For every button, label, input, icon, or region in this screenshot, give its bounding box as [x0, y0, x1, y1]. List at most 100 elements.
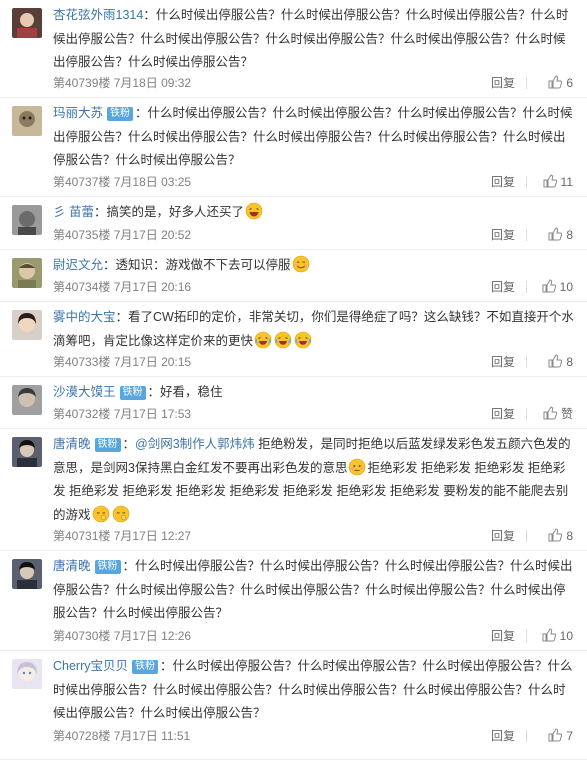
divider — [526, 229, 527, 241]
username-link[interactable]: 唐清晚 — [53, 437, 91, 451]
fan-badge: 铁粉 — [107, 107, 134, 121]
comment-text: 彡 苗蕾：搞笑的是，好多人还买了 — [53, 201, 575, 225]
like-button[interactable]: 8 — [548, 527, 573, 545]
thumbs-up-icon — [548, 528, 563, 542]
comment-text: 雾中的大宝：看了CW拓印的定价，非常关切，你们是得绝症了吗？这么缺钱？不如直接开… — [53, 310, 574, 348]
like-button[interactable]: 11 — [543, 173, 573, 191]
reply-button[interactable]: 回复 — [491, 405, 515, 423]
blush-emoji-icon — [349, 458, 366, 475]
comment-item: Cherry宝贝贝 铁粉 ：什么时候出停服公告？什么时候出停服公告？什么时候出停服公… — [0, 651, 587, 760]
comment-item: 尉迟文允：透知识：游戏做不下去可以停服 第40734楼 7月17日 20:16 … — [0, 250, 587, 302]
reply-button[interactable]: 回复 — [491, 527, 515, 545]
shy-emoji-icon — [92, 505, 109, 522]
floor-and-time: 第40734楼 7月17日 20:16 — [53, 280, 192, 294]
floor-and-time: 第40735楼 7月17日 20:52 — [53, 228, 192, 242]
thumbs-up-icon — [543, 406, 557, 420]
avatar[interactable] — [12, 659, 42, 689]
thumbs-up-icon — [548, 227, 563, 241]
comment-meta: 第40734楼 7月17日 20:16 回复 10 — [53, 278, 573, 296]
comment-meta: 第40735楼 7月17日 20:52 回复 8 — [53, 226, 573, 244]
mention-link[interactable]: @剑网3制作人郭炜炜 — [135, 437, 255, 451]
divider — [526, 630, 527, 642]
comment-item: 唐清晚 铁粉 ：什么时候出停服公告？什么时候出停服公告？什么时候出停服公告？什么时候… — [0, 551, 587, 651]
comment-text: 沙漠大馍王 铁粉 ：好看，稳住 — [53, 385, 223, 400]
like-button[interactable]: 6 — [548, 74, 573, 92]
username-link[interactable]: 杏花弦外雨1314 — [53, 8, 143, 22]
comment-meta: 第40739楼 7月18日 09:32 回复 6 — [53, 74, 573, 92]
avatar[interactable] — [12, 205, 42, 235]
comment-text: 玛丽大苏 铁粉 ：什么时候出停服公告？什么时候出停服公告？什么时候出停服公告？什么时… — [53, 106, 573, 167]
like-button[interactable]: 10 — [542, 627, 573, 645]
reply-button[interactable]: 回复 — [491, 627, 515, 645]
fan-badge: 铁粉 — [94, 438, 121, 452]
comment-meta: 第40730楼 7月17日 12:26 回复 10 — [53, 627, 573, 645]
shy-emoji-icon — [112, 505, 129, 522]
divider — [526, 730, 527, 742]
thumbs-up-icon — [548, 728, 563, 742]
reply-button[interactable]: 回复 — [491, 278, 515, 296]
avatar[interactable] — [12, 385, 42, 415]
comment-text: Cherry宝贝贝 铁粉 ：什么时候出停服公告？什么时候出停服公告？什么时候出停服公… — [53, 659, 573, 720]
comment-text: 唐清晚 铁粉 ：@剑网3制作人郭炜炜 拒绝粉发，是同时拒绝以后蓝发绿发彩色发五颜六色… — [53, 437, 571, 522]
crying-laugh-emoji-icon — [294, 331, 312, 348]
like-button[interactable]: 8 — [548, 226, 573, 244]
floor-and-time: 第40728楼 7月17日 11:51 — [53, 729, 191, 743]
like-button[interactable]: 赞 — [543, 405, 573, 423]
thumbs-up-icon — [542, 628, 556, 642]
username-link[interactable]: 沙漠大馍王 — [53, 385, 116, 399]
thumbs-up-icon — [543, 174, 557, 188]
comment-item: 杏花弦外雨1314：什么时候出停服公告？什么时候出停服公告？什么时候出停服公告？… — [0, 0, 587, 98]
comment-item: 雾中的大宝：看了CW拓印的定价，非常关切，你们是得绝症了吗？这么缺钱？不如直接开… — [0, 302, 587, 377]
fan-badge: 铁粉 — [132, 660, 159, 674]
floor-and-time: 第40733楼 7月17日 20:15 — [53, 355, 192, 369]
floor-and-time: 第40731楼 7月17日 12:27 — [53, 529, 192, 543]
divider — [526, 530, 527, 542]
smile-emoji-icon — [292, 255, 309, 273]
crying-laugh-emoji-icon — [274, 331, 292, 348]
username-link[interactable]: 唐清晚 — [53, 559, 91, 573]
thumbs-up-icon — [542, 279, 556, 293]
laughing-emoji-icon — [245, 202, 263, 220]
reply-button[interactable]: 回复 — [491, 226, 515, 244]
username-link[interactable]: 玛丽大苏 — [53, 106, 103, 120]
username-link[interactable]: 彡 苗蕾 — [53, 205, 94, 219]
thumbs-up-icon — [548, 75, 563, 89]
divider — [526, 77, 527, 89]
floor-and-time: 第40732楼 7月17日 17:53 — [53, 407, 192, 421]
comment-meta: 第40728楼 7月17日 11:51 回复 7 — [53, 727, 573, 745]
crying-laugh-emoji-icon — [254, 331, 272, 348]
like-button[interactable]: 7 — [548, 727, 573, 745]
username-link[interactable]: Cherry宝贝贝 — [53, 659, 128, 673]
comment-item: 唐清晚 铁粉 ：@剑网3制作人郭炜炜 拒绝粉发，是同时拒绝以后蓝发绿发彩色发五颜六色… — [0, 429, 587, 551]
comment-meta: 第40732楼 7月17日 17:53 回复 赞 — [53, 405, 573, 423]
reply-button[interactable]: 回复 — [491, 727, 515, 745]
comment-meta: 第40733楼 7月17日 20:15 回复 8 — [53, 353, 573, 371]
like-button[interactable]: 10 — [542, 278, 573, 296]
reply-button[interactable]: 回复 — [491, 173, 515, 191]
comment-text: 唐清晚 铁粉 ：什么时候出停服公告？什么时候出停服公告？什么时候出停服公告？什么时候… — [53, 559, 573, 620]
avatar[interactable] — [12, 437, 42, 467]
comment-item: 彡 苗蕾：搞笑的是，好多人还买了 第40735楼 7月17日 20:52 回复 … — [0, 197, 587, 250]
fan-badge: 铁粉 — [119, 386, 146, 400]
username-link[interactable]: 尉迟文允 — [53, 258, 103, 272]
reply-button[interactable]: 回复 — [491, 74, 515, 92]
comment-meta: 第40731楼 7月17日 12:27 回复 8 — [53, 527, 573, 545]
divider — [526, 176, 527, 188]
floor-and-time: 第40730楼 7月17日 12:26 — [53, 629, 192, 643]
reply-button[interactable]: 回复 — [491, 353, 515, 371]
username-link[interactable]: 雾中的大宝 — [53, 310, 116, 324]
avatar[interactable] — [12, 106, 42, 136]
floor-and-time: 第40739楼 7月18日 09:32 — [53, 76, 192, 90]
comment-text: 杏花弦外雨1314：什么时候出停服公告？什么时候出停服公告？什么时候出停服公告？… — [53, 8, 569, 69]
divider — [526, 408, 527, 420]
divider — [526, 281, 527, 293]
avatar[interactable] — [12, 310, 42, 340]
fan-badge: 铁粉 — [94, 560, 121, 574]
avatar[interactable] — [12, 258, 42, 288]
avatar[interactable] — [12, 8, 42, 38]
like-button[interactable]: 8 — [548, 353, 573, 371]
avatar[interactable] — [12, 559, 42, 589]
thumbs-up-icon — [548, 354, 563, 368]
divider — [526, 356, 527, 368]
floor-and-time: 第40737楼 7月18日 03:25 — [53, 175, 192, 189]
